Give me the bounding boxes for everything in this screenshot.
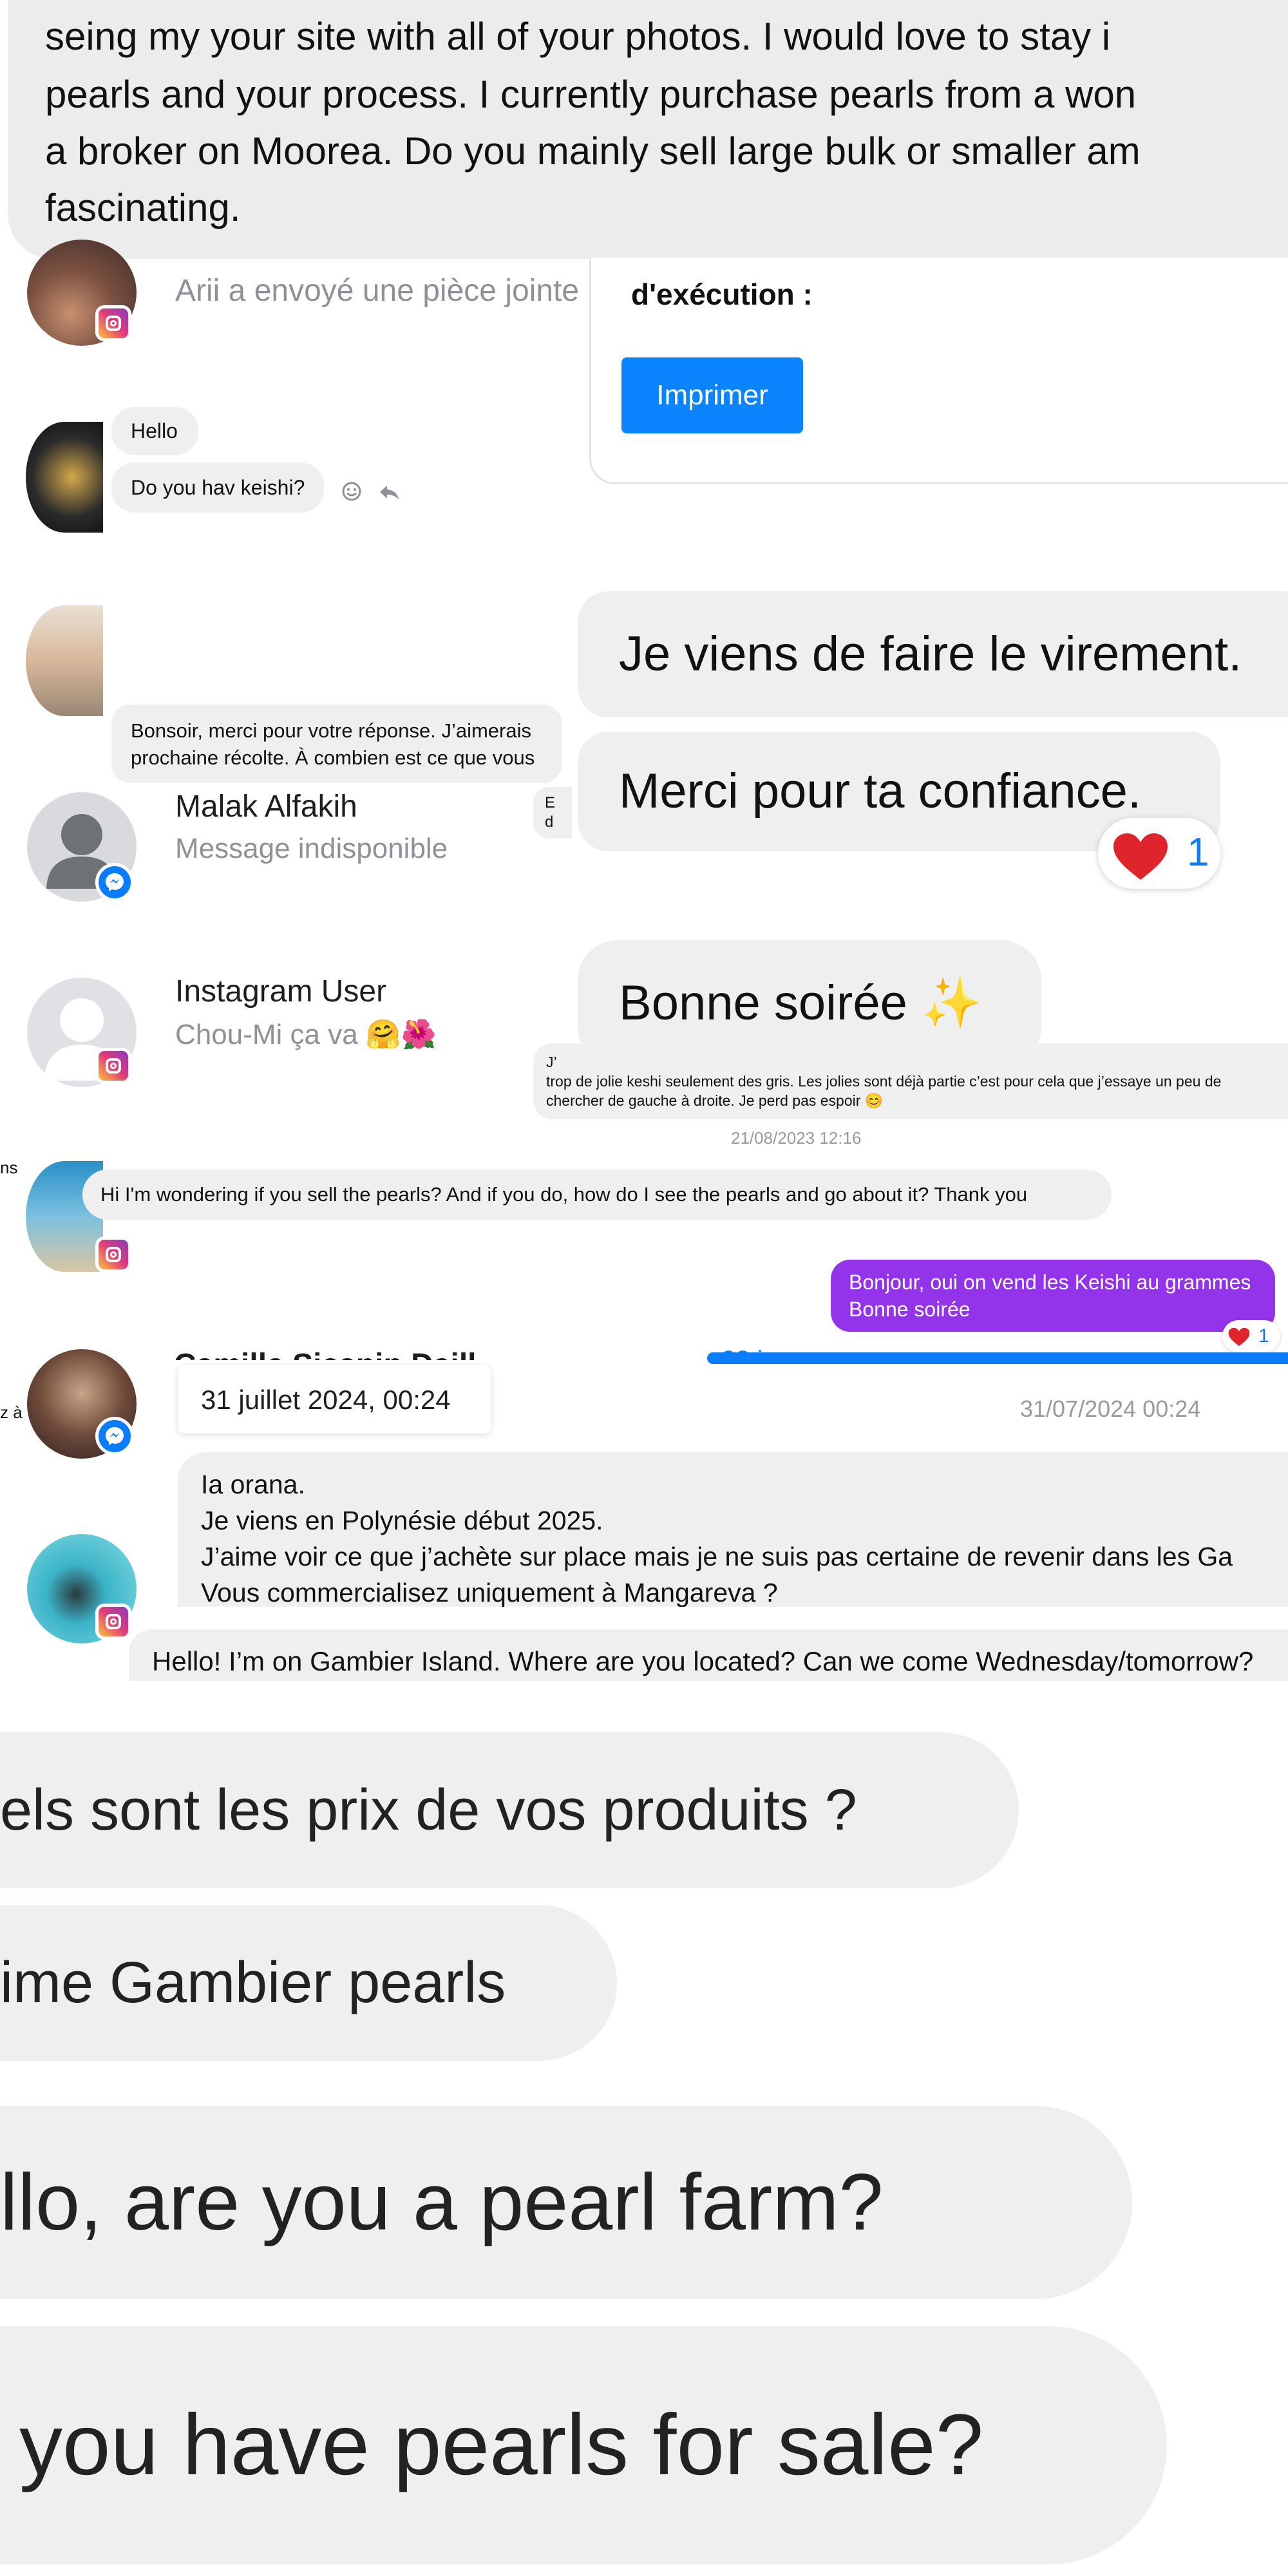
instagram-badge-icon <box>95 305 131 341</box>
top-message-line-2: pearls and your process. I currently pur… <box>45 73 1137 116</box>
conversation-name-instagram-user[interactable]: Instagram User <box>175 974 386 1009</box>
keshi-note-timestamp: 21/08/2023 12:16 <box>731 1128 862 1148</box>
cut-conversation-row: Camille Sicanin Daill <box>174 1340 573 1360</box>
heart-reaction-pill[interactable]: 1 <box>1098 818 1220 889</box>
date-label-chip: 31 juillet 2024, 00:24 <box>178 1365 491 1434</box>
message-ia-orana-line-2: Je viens en Polynésie début 2025. <box>201 1506 603 1535</box>
react-emoji-icon[interactable] <box>341 481 362 502</box>
instagram-badge-icon <box>95 1048 131 1084</box>
message-keishi-text: Do you hav keishi? <box>131 476 305 499</box>
date-label-text: 31 juillet 2024, 00:24 <box>201 1385 451 1415</box>
message-pearl-farm: llo, are you a pearl farm? <box>0 2106 1132 2299</box>
message-keshi-note-fragment: J’ <box>546 1054 557 1070</box>
avatar-pearl-farm[interactable] <box>26 422 103 533</box>
message-pearl-farm-text: llo, are you a pearl farm? <box>0 2158 884 2247</box>
message-ia-orana: Ia orana. Je viens en Polynésie début 20… <box>178 1452 1288 1607</box>
message-prix-text: els sont les prix de vos produits ? <box>0 1778 857 1842</box>
message-keshi-note: J’ trop de jolie keshi seulement des gri… <box>533 1043 1288 1119</box>
message-keishi-reply-line-1: Bonjour, oui on vend les Keishi au gramm… <box>849 1271 1251 1294</box>
instagram-badge-icon <box>95 1604 131 1640</box>
message-bonsoir-line-2: prochaine récolte. À combien est ce que … <box>131 746 535 769</box>
message-bonne-soiree-text: Bonne soirée ✨ <box>619 976 982 1030</box>
instagram-badge-icon <box>95 1236 131 1273</box>
print-button[interactable]: Imprimer <box>621 357 803 433</box>
message-bonsoir: Bonsoir, merci pour votre réponse. J’aim… <box>111 705 562 783</box>
message-ia-orana-line-4: Vous commercialisez uniquement à Mangare… <box>201 1578 778 1607</box>
message-gambier-island-text: Hello! I’m on Gambier Island. Where are … <box>152 1646 1254 1676</box>
message-keshi-note-line-2: chercher de gauche à droite. Je perd pas… <box>546 1092 884 1109</box>
side-fragment-2: d <box>545 813 554 831</box>
messenger-badge-icon <box>95 863 134 902</box>
keishi-reply-reaction-pill[interactable]: 1 <box>1222 1320 1280 1352</box>
top-message-line-4: fascinating. <box>45 186 241 229</box>
messenger-badge-icon <box>95 1417 134 1455</box>
cut-conversation-name: Camille Sicanin Daill <box>174 1347 477 1360</box>
top-message-line-1: seing my your site with all of your phot… <box>45 15 1111 58</box>
side-fragment-1: E <box>545 794 556 811</box>
message-ia-orana-line-1: Ia orana. <box>201 1470 305 1499</box>
top-message-line-3: a broker on Moorea. Do you mainly sell l… <box>45 129 1141 173</box>
message-keishi-reply-line-2: Bonne soirée <box>849 1298 971 1321</box>
message-bonsoir-line-1: Bonsoir, merci pour votre réponse. J’aim… <box>131 719 531 742</box>
message-virement-text: Je viens de faire le virement. <box>619 627 1242 681</box>
message-ia-orana-line-3: J’aime voir ce que j’achète sur place ma… <box>201 1542 1233 1571</box>
side-fragment-bubble: E d <box>533 787 572 838</box>
heart-icon <box>1111 831 1170 882</box>
message-hello: Hello <box>111 407 198 455</box>
avatar-sunset[interactable] <box>26 605 103 716</box>
heart-reaction-count: 1 <box>1187 830 1209 875</box>
message-pearls-sale: you have pearls for sale? <box>0 2326 1167 2564</box>
print-panel: d'exécution : Imprimer <box>589 258 1288 484</box>
message-gambier-island: Hello! I’m on Gambier Island. Where are … <box>129 1629 1288 1681</box>
message-gambier-pearls-text: ime Gambier pearls <box>0 1951 506 2015</box>
left-fragment-ns: ns <box>0 1158 18 1177</box>
message-keishi: Do you hav keishi? <box>111 462 324 513</box>
reply-icon[interactable] <box>378 483 401 502</box>
message-pearls-sale-text: you have pearls for sale? <box>19 2397 984 2493</box>
conversation-name-malak[interactable]: Malak Alfakih <box>175 789 357 824</box>
message-hello-text: Hello <box>131 419 178 442</box>
message-virement: Je viens de faire le virement. <box>578 591 1288 717</box>
message-gambier-pearls: ime Gambier pearls <box>0 1905 617 2061</box>
blue-divider-bar <box>707 1352 1288 1364</box>
top-message-bubble: seing my your site with all of your phot… <box>8 0 1288 259</box>
message-wondering-text: Hi I'm wondering if you sell the pearls?… <box>100 1183 1028 1206</box>
left-fragment-za: z à <box>0 1403 23 1422</box>
message-keishi-reply: Bonjour, oui on vend les Keishi au gramm… <box>831 1260 1275 1332</box>
message-keshi-note-line-1: trop de jolie keshi seulement des gris. … <box>546 1073 1222 1090</box>
heart-icon <box>1227 1327 1251 1347</box>
message-prix: els sont les prix de vos produits ? <box>0 1732 1019 1888</box>
message-wondering: Hi I'm wondering if you sell the pearls?… <box>82 1170 1112 1220</box>
print-panel-label: d'exécution : <box>631 278 813 311</box>
conversation-preview-instagram-user[interactable]: Chou-Mi ça va 🤗🌺 <box>175 1018 436 1051</box>
conversation-preview-arii[interactable]: Arii a envoyé une pièce jointe <box>175 273 579 308</box>
conversation-preview-malak[interactable]: Message indisponible <box>175 833 448 865</box>
july-timestamp: 31/07/2024 00:24 <box>1020 1396 1201 1422</box>
keishi-reply-reaction-count: 1 <box>1258 1325 1269 1347</box>
message-confiance-text: Merci pour ta confiance. <box>619 764 1142 819</box>
